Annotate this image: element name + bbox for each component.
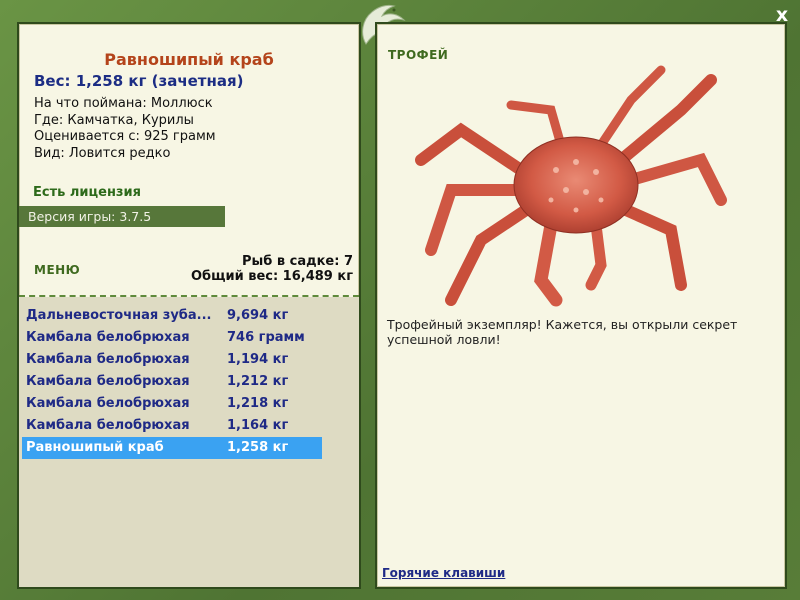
license-status: Есть лицензия: [33, 185, 141, 200]
catch-row[interactable]: Камбала белобрюхая 746 грамм: [22, 327, 322, 349]
location-line: Где: Камчатка, Курилы: [34, 112, 194, 128]
fish-details: На что поймана: Моллюск Где: Камчатка, К…: [34, 96, 216, 162]
rarity-line: Вид: Ловится редко: [34, 145, 171, 161]
catch-row[interactable]: Камбала белобрюхая 1,164 кг: [22, 415, 322, 437]
total-weight: Общий вес: 16,489 кг: [190, 269, 353, 284]
king-crab-image: [415, 65, 727, 307]
menu-button[interactable]: МЕНЮ: [34, 263, 80, 277]
min-weight-line: Оценивается с: 925 грамм: [34, 129, 216, 144]
catch-row[interactable]: Дальневосточная зуба... 9,694 кг: [22, 305, 322, 327]
fish-title: Равношипый краб: [104, 50, 274, 69]
catch-list: Дальневосточная зуба... 9,694 кг Камбала…: [19, 297, 359, 587]
hotkeys-link[interactable]: Горячие клавиши: [382, 566, 505, 580]
catch-row[interactable]: Камбала белобрюхая 1,212 кг: [22, 371, 322, 393]
catch-row[interactable]: Камбала белобрюхая 1,194 кг: [22, 349, 322, 371]
trophy-panel: ТРОФЕЙ Трофейный экземпляр! Кажется, вы …: [375, 22, 787, 589]
version-bar: Версия игры: 3.7.5: [19, 206, 225, 227]
fish-info-panel: Равношипый краб Вес: 1,258 кг (зачетная)…: [17, 22, 361, 589]
fish-count: Рыб в садке: 7: [241, 254, 353, 269]
catch-row[interactable]: Равношипый краб 1,258 кг: [22, 437, 322, 459]
bait-line: На что поймана: Моллюск: [34, 96, 213, 111]
catch-row[interactable]: Камбала белобрюхая 1,218 кг: [22, 393, 322, 415]
cage-stats: Рыб в садке: 7 Общий вес: 16,489 кг: [191, 254, 353, 284]
fish-weight: Вес: 1,258 кг (зачетная): [34, 72, 244, 90]
trophy-message: Трофейный экземпляр! Кажется, вы открыли…: [387, 317, 738, 347]
